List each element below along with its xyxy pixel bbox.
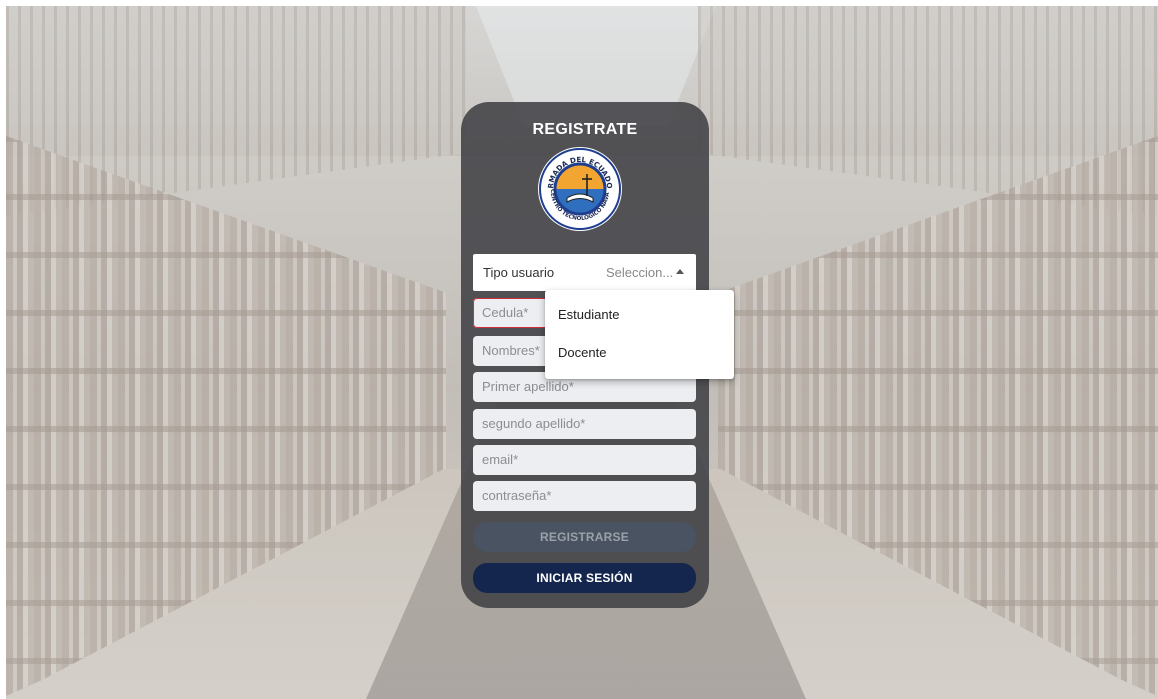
naval-logo: ARMADA DEL ECUADOR CENTRO TECNOLOGICO NA… — [537, 146, 622, 231]
password-field[interactable]: contraseña* — [473, 481, 696, 511]
segundo-apellido-field[interactable]: segundo apellido* — [473, 409, 696, 439]
user-type-label: Tipo usuario — [483, 265, 555, 280]
email-field[interactable]: email* — [473, 445, 696, 475]
menu-item-docente[interactable]: Docente — [545, 334, 734, 372]
register-button[interactable]: REGISTRARSE — [473, 522, 696, 552]
user-type-value: Seleccion... — [606, 265, 674, 280]
user-type-select[interactable]: Tipo usuario Seleccion... — [473, 254, 696, 291]
login-button[interactable]: INICIAR SESIÓN — [473, 563, 696, 593]
user-type-menu: Estudiante Docente — [545, 290, 734, 379]
form-title: REGISTRATE — [532, 121, 638, 138]
menu-item-estudiante[interactable]: Estudiante — [545, 296, 734, 334]
caret-up-icon — [676, 269, 684, 274]
